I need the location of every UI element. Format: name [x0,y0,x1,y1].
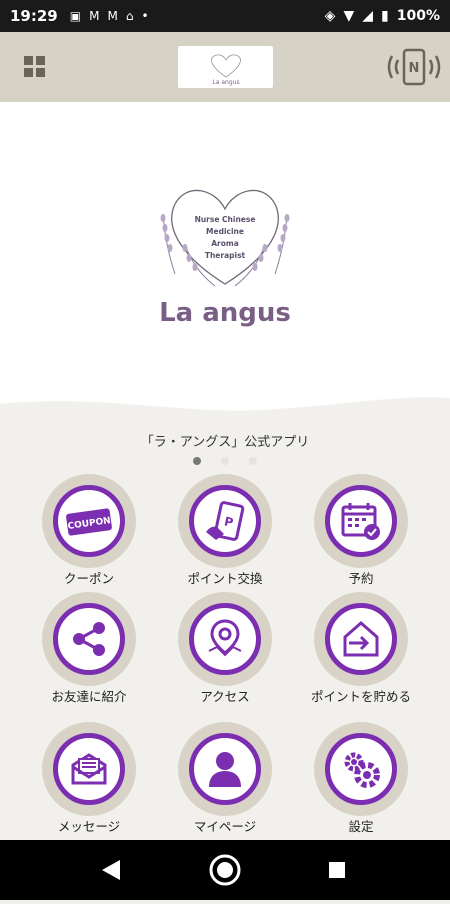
svg-text:P: P [223,514,235,530]
image-icon: ▣ [69,9,82,23]
menu-label-earn-points: ポイントを貯める [310,689,411,704]
menu-item-earn-points[interactable]: ポイントを貯める [306,592,416,704]
checkin-icon [325,603,397,675]
header-logo: La angus [178,46,273,88]
status-bar: 19:29 ▣ M M ⌂ • ◈ ▼ ◢ ▮ 100% [0,0,450,32]
system-nav-bar [0,840,450,900]
emblem-line-4: Therapist [205,251,246,260]
menu-label-point-exchange: ポイント交換 [187,571,263,586]
map-pin-icon [189,603,261,675]
point-exchange-icon: P [189,485,261,557]
hero-brand-name: La angus [159,298,291,328]
store-icon: ⌂ [125,9,134,23]
emblem-line-1: Nurse Chinese [195,215,256,224]
menu-label-refer-friend: お友達に紹介 [51,689,127,704]
recents-icon[interactable] [329,862,345,878]
menu-label-reservation: 予約 [348,571,374,586]
user-icon [189,733,261,805]
menu-item-point-exchange[interactable]: P ポイント交換 [170,474,280,586]
emblem-line-3: Aroma [211,239,239,248]
wifi-icon: ▼ [343,8,355,24]
battery-icon: ▮ [381,8,389,24]
menu-label-messages: メッセージ [57,819,121,834]
page-dot-2[interactable] [221,457,229,465]
share-icon [53,603,125,675]
emblem-line-2: Medicine [206,227,244,236]
notification-icons: ▣ M M ⌂ • [70,9,149,23]
menu-item-settings[interactable]: 設定 [306,722,416,834]
menu-label-access: アクセス [200,689,250,704]
vibrate-icon: ◈ [324,8,336,24]
gmail-icon-2: M [107,9,118,23]
menu-item-coupon[interactable]: COUPON クーポン [34,474,144,586]
status-right: ◈ ▼ ◢ ▮ 100% [325,8,440,24]
gear-icon [325,733,397,805]
nfc-icon[interactable]: N [384,44,444,90]
app-title: 「ラ・アングス」公式アプリ [140,435,310,450]
app-toolbar: La angus N [0,32,450,102]
menu-item-access[interactable]: アクセス [170,592,280,704]
page-dot-1[interactable] [193,457,201,465]
page-indicator [0,457,450,465]
hero-banner: Nurse Chinese Medicine Aroma Therapist L… [0,102,450,422]
grid-menu-icon[interactable] [22,54,48,80]
nfc-letter: N [409,61,420,76]
header-logo-text: La angus [212,79,239,86]
menu-label-settings: 設定 [348,819,374,834]
menu-item-mypage[interactable]: マイページ [170,722,280,834]
calendar-icon [325,485,397,557]
dot-icon: • [141,9,149,23]
battery-level: 100% [396,8,440,24]
status-time: 19:29 [10,7,58,25]
gmail-icon: M [89,9,100,23]
menu-label-mypage: マイページ [193,819,257,834]
menu-item-reservation[interactable]: 予約 [306,474,416,586]
back-icon[interactable] [102,860,120,880]
menu-label-coupon: クーポン [63,571,114,586]
signal-icon: ◢ [362,8,374,24]
page-dot-3[interactable] [249,457,257,465]
menu-item-refer-friend[interactable]: お友達に紹介 [34,592,144,704]
mail-icon [53,733,125,805]
coupon-icon: COUPON [53,485,125,557]
menu-item-messages[interactable]: メッセージ [34,722,144,834]
